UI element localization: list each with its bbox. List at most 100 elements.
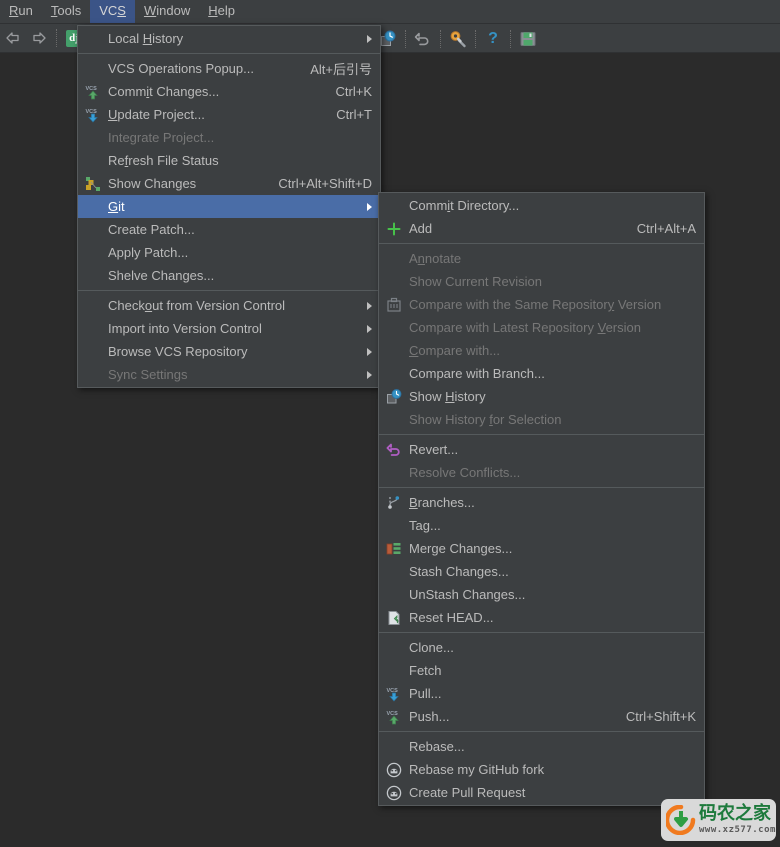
compare-repository-icon [387,297,401,312]
git-menu-item-rebase[interactable]: Rebase... [379,735,704,758]
vcs-menu-item-update-project[interactable]: VCS Update Project... Ctrl+T [78,103,380,126]
menu-item-label: Show Changes [108,176,197,191]
github-icon [381,760,407,780]
git-menu-item-unstash-changes[interactable]: UnStash Changes... [379,583,704,606]
vcs-menu-item-shelve-changes[interactable]: Shelve Changes... [78,264,380,287]
watermark-title: 码农之家 [699,803,771,824]
menu-item-label: Clone... [409,640,454,655]
toolbar-separator [56,29,57,47]
vcs-menu-item-import-into-version-control[interactable]: Import into Version Control [78,317,380,340]
menubar-item-vcs[interactable]: VCS [90,0,135,23]
git-menu-item-merge-changes[interactable]: Merge Changes... [379,537,704,560]
undo-icon [414,32,429,45]
git-menu-item-reset-head[interactable]: Reset HEAD... [379,606,704,629]
submenu-arrow-icon [367,301,372,310]
ide-window: Run Tools VCS Window Help dj ? Local His… [0,0,780,847]
git-menu-item-stash-changes[interactable]: Stash Changes... [379,560,704,583]
toolbar-separator [405,29,406,48]
menu-item-label: Sync Settings [108,367,188,382]
git-menu-item-clone[interactable]: Clone... [379,636,704,659]
menu-separator [78,290,380,291]
menubar-item-tools[interactable]: Tools [42,0,90,23]
compare-repo-icon [381,295,407,315]
git-menu-item-annotate: Annotate [379,247,704,270]
git-menu-item-branches[interactable]: Branches... [379,491,704,514]
vcs-menu-item-vcs-operations-popup[interactable]: VCS Operations Popup... Alt+后引号 [78,57,380,80]
git-menu-item-pull[interactable]: VCS Pull... [379,682,704,705]
menu-icon-placeholder [381,585,407,605]
git-menu-item-show-history[interactable]: Show History [379,385,704,408]
settings-button[interactable] [446,27,470,51]
menu-item-label: Stash Changes... [409,564,509,579]
help-button[interactable]: ? [481,27,505,51]
menu-separator [379,434,704,435]
git-menu-item-add[interactable]: Add Ctrl+Alt+A [379,217,704,240]
git-menu-item-compare-with-branch[interactable]: Compare with Branch... [379,362,704,385]
undo-button[interactable] [411,27,435,51]
save-all-button[interactable] [516,27,540,51]
vcs-commit-icon: VCS [387,711,399,724]
revert-icon [381,440,407,460]
vcs-menu-item-git[interactable]: Git [78,195,380,218]
question-mark-icon: ? [488,29,498,47]
vcs-update-icon: VCS [80,105,106,125]
git-menu-item-push[interactable]: VCS Push... Ctrl+Shift+K [379,705,704,728]
menubar-item-help[interactable]: Help [199,0,244,23]
vcs-menu-item-show-changes[interactable]: Show Changes Ctrl+Alt+Shift+D [78,172,380,195]
menu-item-label: Tag... [409,518,441,533]
vcs-menu-item-checkout-from-version-control[interactable]: Checkout from Version Control [78,294,380,317]
git-menu-item-commit-directory[interactable]: Commit Directory... [379,194,704,217]
menu-item-label: Fetch [409,663,442,678]
menu-item-shortcut: Ctrl+K [335,84,372,99]
add-plus-icon [381,219,407,239]
merge-icon [381,539,407,559]
menu-item-label: Show History [409,389,486,404]
menu-item-label: Import into Version Control [108,321,262,336]
git-menu-item-rebase-my-github-fork[interactable]: Rebase my GitHub fork [379,758,704,781]
git-menu-item-revert[interactable]: Revert... [379,438,704,461]
menu-icon-placeholder [80,59,106,79]
submenu-arrow-icon [367,34,372,43]
vcs-menu-item-apply-patch[interactable]: Apply Patch... [78,241,380,264]
menu-icon-placeholder [381,272,407,292]
add-plus-icon [387,222,401,235]
menu-item-label: Compare with Branch... [409,366,545,381]
vcs-menu-item-create-patch[interactable]: Create Patch... [78,218,380,241]
vcs-commit-icon: VCS [381,707,407,727]
vcs-menu-item-commit-changes[interactable]: VCS Commit Changes... Ctrl+K [78,80,380,103]
menu-item-label: Show History for Selection [409,412,562,427]
menu-item-shortcut: Ctrl+Alt+Shift+D [278,176,372,191]
toolbar-separator [475,29,476,48]
menu-bar: Run Tools VCS Window Help [0,0,780,24]
menu-item-label: Commit Directory... [409,198,520,213]
github-icon [381,783,407,803]
vcs-menu-item-browse-vcs-repository[interactable]: Browse VCS Repository [78,340,380,363]
arrow-right-icon [33,32,46,44]
menu-item-shortcut: Ctrl+Alt+A [636,221,696,236]
menu-item-label: Annotate [409,251,462,266]
vcs-menu-item-local-history[interactable]: Local History [78,27,380,50]
menu-item-label: Browse VCS Repository [108,344,248,359]
watermark-text: 码农之家 www.xz577.com [699,805,776,835]
vcs-menu-item-refresh-file-status[interactable]: Refresh File Status [78,149,380,172]
menu-icon-placeholder [80,243,106,263]
menu-item-label: Create Pull Request [409,785,526,800]
git-menu-item-fetch[interactable]: Fetch [379,659,704,682]
menu-item-label: VCS Operations Popup... [108,61,254,76]
menu-icon-placeholder [381,196,407,216]
git-menu-item-tag[interactable]: Tag... [379,514,704,537]
nav-back-button[interactable] [1,26,25,50]
menu-icon-placeholder [381,341,407,361]
menu-item-label: UnStash Changes... [409,587,526,602]
revert-icon [386,443,400,456]
menu-item-label: Git [108,199,125,214]
menubar-item-window[interactable]: Window [135,0,199,23]
menubar-item-run[interactable]: Run [0,0,42,23]
git-submenu-popup: Commit Directory... Add Ctrl+Alt+A Annotate… [378,192,705,806]
menu-item-shortcut: Alt+后引号 [310,62,372,77]
github-icon [386,785,402,800]
vcs-menu-popup: Local History VCS Operations Popup... Alt+… [77,25,381,388]
git-menu-item-create-pull-request[interactable]: Create Pull Request [379,781,704,804]
nav-forward-button[interactable] [27,26,51,50]
vcs-update-icon: VCS [86,109,98,123]
